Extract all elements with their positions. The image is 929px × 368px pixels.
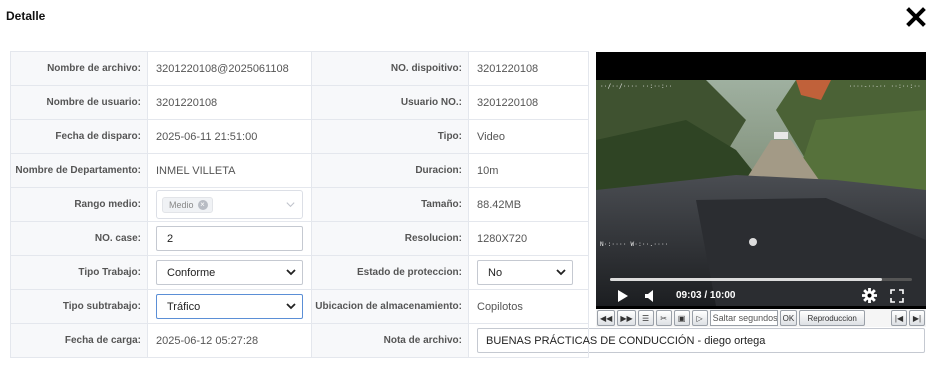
fast-forward-icon[interactable]: ▶▶ <box>617 310 636 326</box>
size-value: 88.42MB <box>468 187 589 222</box>
close-icon[interactable] <box>906 7 926 27</box>
range-tag-label: Medio <box>169 200 194 210</box>
gear-icon[interactable] <box>862 288 877 303</box>
user-name-label: Nombre de usuario: <box>10 85 148 120</box>
dialog-header: Detalle <box>0 0 929 34</box>
osd-bottom-left: N·:···· W·:··.···· <box>600 241 669 248</box>
table-row: Nombre de archivo: 3201220108@2025061108… <box>10 51 589 86</box>
user-no-value: 3201220108 <box>468 85 589 120</box>
prev-file-icon[interactable]: |◀ <box>891 310 907 326</box>
device-no-label: NO. dispoitivo: <box>311 51 469 86</box>
table-row: Tipo Trabajo: Conforme Estado de protecc… <box>10 255 589 290</box>
storage-value: Copilotos <box>468 289 589 324</box>
duration-label: Duracion: <box>311 153 469 188</box>
playback-button[interactable]: Reproduccion <box>799 310 866 326</box>
resolution-value: 1280X720 <box>468 221 589 256</box>
seek-bar-fill <box>610 278 882 281</box>
table-row: Rango medio: Medio × Tamaño: 88.42MB <box>10 187 589 222</box>
video-player[interactable]: ··/··/···· ··:··:·· ····-··-·· ··:··:·· … <box>596 52 926 326</box>
work-type-value: Conforme <box>167 266 216 279</box>
file-name-label: Nombre de archivo: <box>10 51 148 86</box>
fullscreen-icon[interactable] <box>890 289 904 303</box>
volume-icon[interactable] <box>644 289 658 303</box>
snapshot-icon[interactable]: ▣ <box>673 310 690 326</box>
device-no-value: 3201220108 <box>468 51 589 86</box>
chevron-down-icon <box>286 202 295 208</box>
subwork-type-value: Tráfico <box>167 300 201 313</box>
seek-bar[interactable] <box>610 278 912 281</box>
table-row: Fecha de disparo: 2025-06-11 21:51:00 Ti… <box>10 119 589 154</box>
file-note-label: Nota de archivo: <box>311 323 469 358</box>
work-type-label: Tipo Trabajo: <box>10 255 148 290</box>
table-row: Nombre de usuario: 3201220108 Usuario NO… <box>10 85 589 120</box>
table-row: Tipo subtrabajo: Tráfico Ubicacion de al… <box>10 289 589 324</box>
type-value: Video <box>468 119 589 154</box>
protection-label: Estado de proteccion: <box>311 255 469 290</box>
protection-select[interactable]: No <box>477 260 573 285</box>
osd-top-right: ····-··-·· ··:··:·· <box>848 83 921 90</box>
duration-value: 10m <box>468 153 589 188</box>
video-frame[interactable] <box>596 80 926 306</box>
tag-remove-icon[interactable]: × <box>197 200 208 210</box>
department-value: INMEL VILLETA <box>147 153 312 188</box>
upload-date-label: Fecha de carga: <box>10 323 148 358</box>
playback-toolbar: ◀◀ ▶▶ ☰ ✂ ▣ ▷ Saltar segundos OK Reprodu… <box>596 309 926 327</box>
protection-value: No <box>488 266 503 279</box>
table-row: Fecha de carga: 2025-06-12 05:27:28 Nota… <box>10 323 925 358</box>
subwork-type-select[interactable]: Tráfico <box>156 294 303 319</box>
play-icon[interactable] <box>616 289 629 303</box>
file-name-value: 3201220108@2025061108 <box>147 51 312 86</box>
resolution-label: Resolucion: <box>311 221 469 256</box>
scissors-icon[interactable]: ✂ <box>655 310 672 326</box>
rewind-icon[interactable]: ◀◀ <box>597 310 616 326</box>
case-no-input[interactable]: 2 <box>156 226 303 251</box>
case-no-label: NO. case: <box>10 221 148 256</box>
department-label: Nombre de Departamento: <box>10 153 148 188</box>
chevron-down-icon <box>556 269 566 276</box>
time-display: 09:03 / 10:00 <box>676 290 736 301</box>
work-type-select[interactable]: Conforme <box>156 260 303 285</box>
play-frame-icon[interactable]: ▷ <box>691 310 708 326</box>
osd-top-left: ··/··/···· ··:··:·· <box>600 83 673 90</box>
subwork-type-label: Tipo subtrabajo: <box>10 289 148 324</box>
next-file-icon[interactable]: ▶| <box>909 310 925 326</box>
chevron-down-icon <box>286 303 296 310</box>
storage-label: Ubicacion de almacenamiento: <box>311 289 469 324</box>
range-label: Rango medio: <box>10 187 148 222</box>
user-name-value: 3201220108 <box>147 85 312 120</box>
file-note-input[interactable]: BUENAS PRÁCTICAS DE CONDUCCIÓN - diego o… <box>477 328 925 353</box>
trigger-date-label: Fecha de disparo: <box>10 119 148 154</box>
range-select[interactable]: Medio × <box>156 190 303 219</box>
details-table: Nombre de archivo: 3201220108@2025061108… <box>10 51 925 358</box>
list-icon[interactable]: ☰ <box>637 310 654 326</box>
user-no-label: Usuario NO.: <box>311 85 469 120</box>
trigger-date-value: 2025-06-11 21:51:00 <box>147 119 312 154</box>
table-row: NO. case: 2 Resolucion: 1280X720 <box>10 221 589 256</box>
table-row: Nombre de Departamento: INMEL VILLETA Du… <box>10 153 589 188</box>
range-tag: Medio × <box>162 197 213 213</box>
ok-button[interactable]: OK <box>779 310 798 326</box>
chevron-down-icon <box>286 269 296 276</box>
upload-date-value: 2025-06-12 05:27:28 <box>147 323 312 358</box>
dialog-title: Detalle <box>6 9 46 23</box>
size-label: Tamaño: <box>311 187 469 222</box>
type-label: Tipo: <box>311 119 469 154</box>
skip-seconds-input[interactable]: Saltar segundos <box>709 310 778 326</box>
